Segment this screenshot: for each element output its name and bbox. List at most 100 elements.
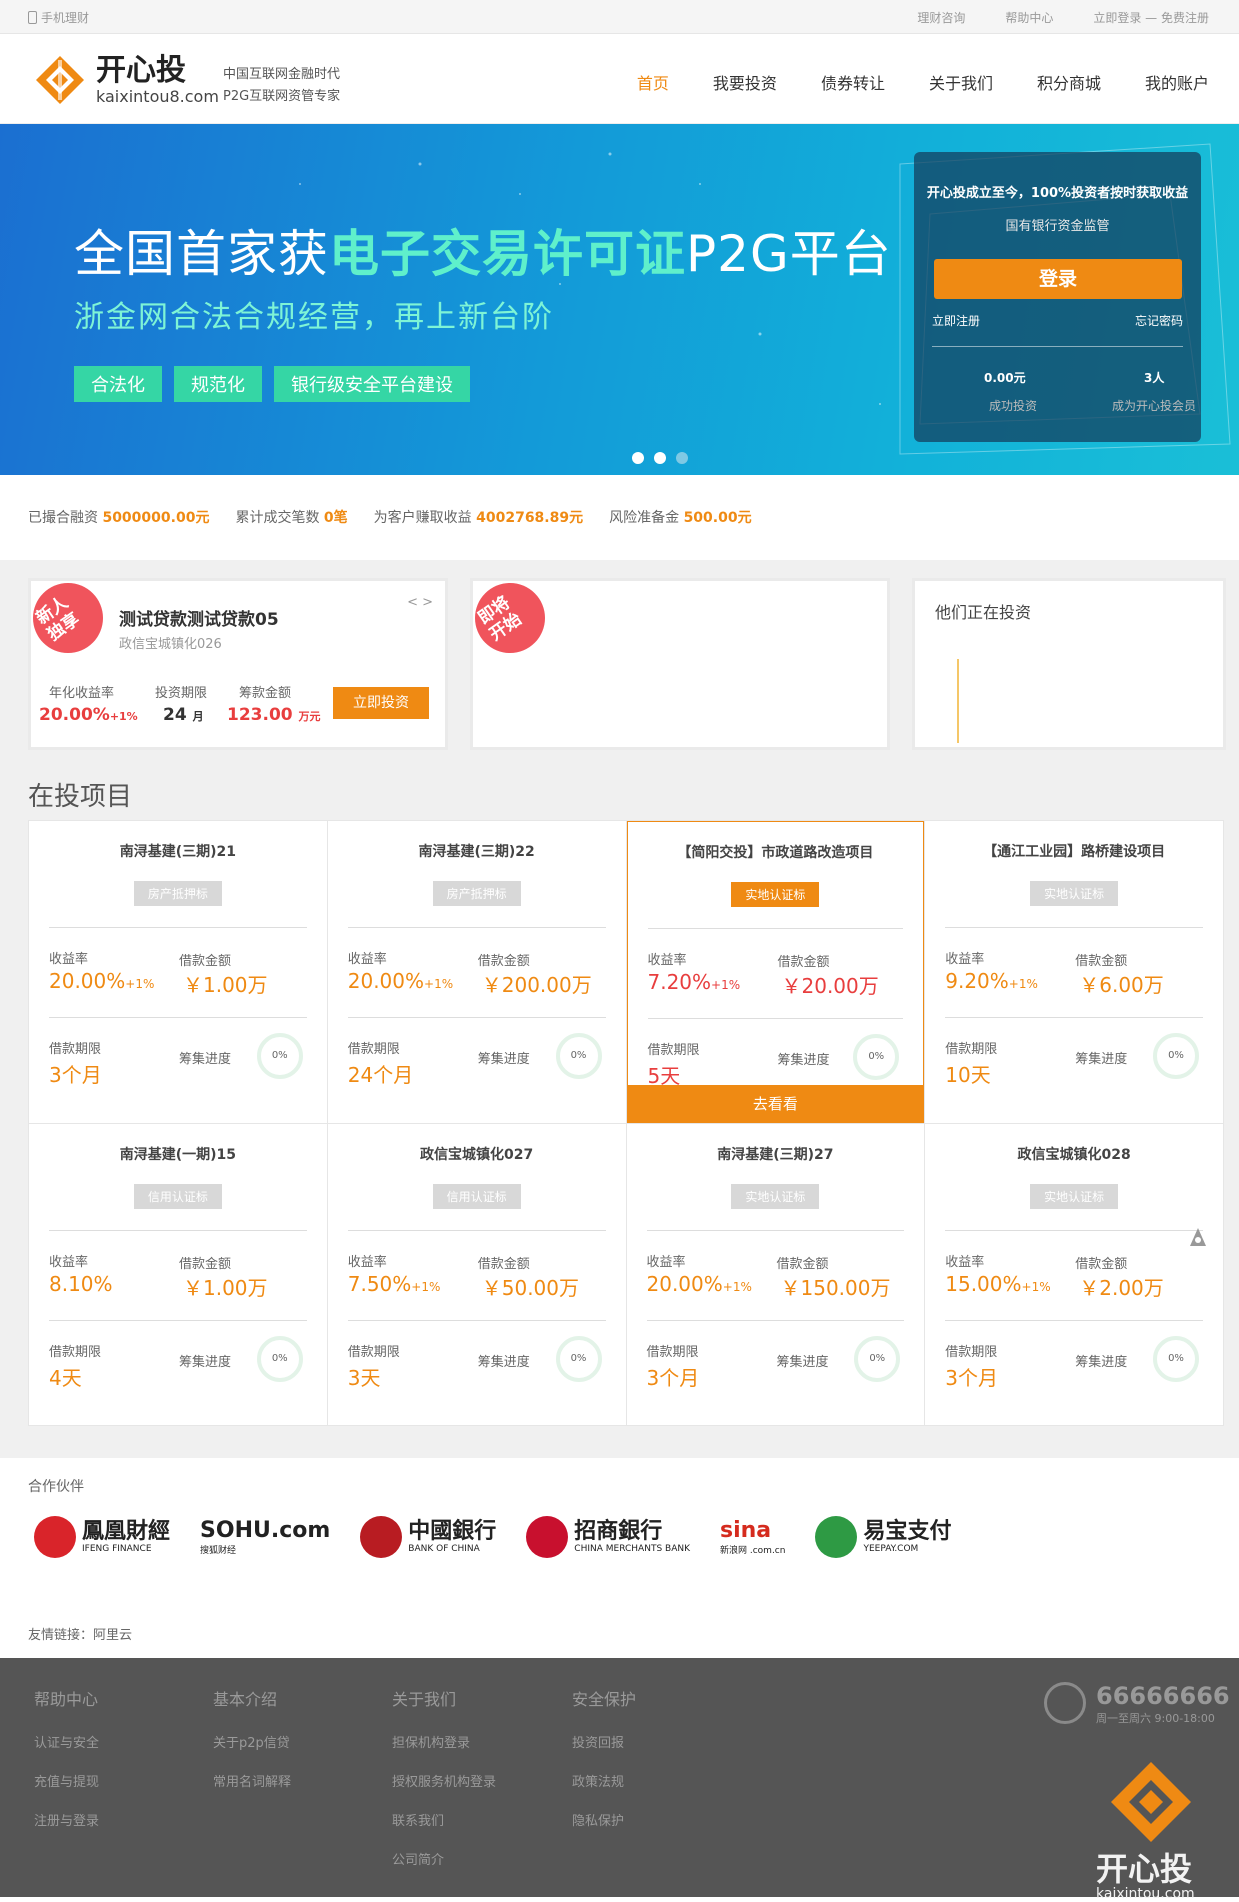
featured-arrows[interactable]: < > bbox=[407, 595, 433, 610]
project-name[interactable]: 南浔基建(三期)21 bbox=[29, 841, 327, 861]
partner-logos: 鳳凰財經 IFENG FINANCE SOHU.com 搜狐财经 中國銀行 BANK … bbox=[34, 1516, 951, 1558]
register-link[interactable]: 立即注册 bbox=[932, 312, 980, 329]
login-button[interactable]: 登录 bbox=[934, 259, 1182, 299]
featured-sub: 政信宝城镇化026 bbox=[119, 637, 222, 652]
amount-label: 借款金额 bbox=[1075, 954, 1128, 969]
progress-label: 筹集进度 bbox=[776, 1354, 829, 1370]
project-card[interactable]: 【通江工业园】路桥建设项目 实地认证标 收益率 借款金额 9.20%+1% ￥6.00万借… bbox=[925, 821, 1223, 1123]
site-logo[interactable]: 开心投 kaixintou8.com bbox=[34, 54, 219, 106]
project-term: 4天 bbox=[49, 1365, 82, 1390]
card-divider bbox=[49, 1017, 307, 1018]
card-divider bbox=[646, 1319, 905, 1321]
project-amount: ￥1.00万 bbox=[183, 973, 268, 997]
rate-label: 收益率 bbox=[49, 952, 89, 967]
amount-label: 借款金额 bbox=[776, 1256, 829, 1272]
carousel-dot-2[interactable] bbox=[654, 452, 666, 464]
progress-ring: 0% bbox=[854, 1335, 901, 1382]
project-badge: 信用认证标 bbox=[133, 1183, 222, 1209]
project-card[interactable]: 南浔基建(三期)27 实地认证标 收益率 借款金额 20.00%+1% ￥150.00万借… bbox=[626, 1123, 925, 1425]
headline-part-1: 全国首家获 bbox=[74, 225, 329, 283]
term-label: 借款期限 bbox=[347, 1344, 400, 1360]
project-name[interactable]: 南浔基建(三期)27 bbox=[627, 1144, 925, 1164]
amount-label: 借款金额 bbox=[777, 955, 830, 970]
help-center-link[interactable]: 帮助中心 bbox=[1005, 9, 1053, 26]
nav-invest[interactable]: 我要投资 bbox=[713, 70, 777, 94]
hotline: 66666666 周一至周六 9:00-18:00 bbox=[1044, 1682, 1230, 1726]
members-value: 3人 bbox=[1144, 371, 1165, 385]
partner-sina[interactable]: sina 新浪网 .com.cn bbox=[720, 1518, 785, 1556]
footer-col-security: 安全保护 投资回报 政策法规 隐私保护 bbox=[572, 1690, 637, 1829]
project-name[interactable]: 【简阳交投】市政道路改造项目 bbox=[628, 842, 924, 862]
finance-consult-link[interactable]: 理财咨询 bbox=[917, 9, 965, 26]
card-divider bbox=[945, 1319, 1203, 1321]
partner-cmb[interactable]: 招商銀行 CHINA MERCHANTS BANK bbox=[526, 1516, 690, 1558]
project-rate: 9.20%+1% bbox=[945, 969, 1038, 993]
project-badge: 信用认证标 bbox=[432, 1183, 521, 1209]
banner-tag-security: 银行级安全平台建设 bbox=[274, 366, 470, 402]
progress-label: 筹集进度 bbox=[1075, 1052, 1128, 1067]
partner-ifeng[interactable]: 鳳凰財經 IFENG FINANCE bbox=[34, 1516, 170, 1558]
project-card[interactable]: 政信宝城镇化027 信用认证标 收益率 借款金额 7.50%+1% ￥50.00万 借款期限… bbox=[327, 1123, 626, 1425]
project-name[interactable]: 政信宝城镇化027 bbox=[328, 1144, 626, 1164]
card-divider bbox=[647, 1018, 904, 1019]
logo-icon bbox=[36, 56, 84, 104]
progress-label: 筹集进度 bbox=[179, 1052, 232, 1067]
project-rate: 7.50%+1% bbox=[347, 1271, 441, 1296]
project-term: 3个月 bbox=[646, 1365, 700, 1390]
featured-product-card[interactable]: 新人 独享 测试贷款测试贷款05 政信宝城镇化026 < > 年化收益率 20.… bbox=[28, 578, 448, 750]
friend-links[interactable]: 友情链接：阿里云 bbox=[28, 1624, 132, 1643]
nav-about[interactable]: 关于我们 bbox=[929, 70, 993, 94]
featured-amount-label: 筹款金额 bbox=[239, 686, 292, 701]
nav-points-mall[interactable]: 积分商城 bbox=[1037, 70, 1101, 94]
progress-ring: 0% bbox=[555, 1033, 602, 1079]
mobile-finance-link[interactable]: 手机理财 bbox=[28, 9, 89, 26]
project-name[interactable]: 【通江工业园】路桥建设项目 bbox=[925, 841, 1223, 861]
term-label: 借款期限 bbox=[647, 1043, 700, 1058]
project-card[interactable]: 南浔基建(三期)21 房产抵押标 收益率 借款金额 20.00%+1% ￥1.00万 借款期… bbox=[29, 821, 327, 1123]
carousel-dot-1[interactable] bbox=[632, 452, 644, 464]
partner-sohu[interactable]: SOHU.com 搜狐财经 bbox=[200, 1518, 330, 1556]
project-badge: 实地认证标 bbox=[1030, 881, 1119, 906]
featured-name[interactable]: 测试贷款测试贷款05 bbox=[119, 605, 279, 630]
phone-handset-icon bbox=[1044, 1682, 1086, 1724]
footer-col-about: 关于我们 担保机构登录 授权服务机构登录 联系我们 公司简介 bbox=[392, 1690, 497, 1868]
progress-ring: 0% bbox=[555, 1335, 602, 1382]
view-project-button[interactable]: 去看看 bbox=[626, 1084, 925, 1123]
project-amount: ￥1.00万 bbox=[183, 1275, 268, 1300]
upcoming-ribbon: 即将 开始 bbox=[475, 583, 545, 653]
partner-yeepay[interactable]: 易宝支付 YEEPAY.COM bbox=[815, 1516, 951, 1558]
project-card[interactable]: 南浔基建(一期)15 信用认证标 收益率 借款金额 8.10% ￥1.00万 借款期限 4天 筹… bbox=[29, 1123, 327, 1425]
term-label: 借款期限 bbox=[49, 1042, 102, 1057]
carousel-dot-3[interactable] bbox=[676, 452, 688, 464]
ticker-line bbox=[957, 659, 959, 743]
term-label: 借款期限 bbox=[646, 1344, 699, 1360]
login-register-link[interactable]: 立即登录 — 免费注册 bbox=[1093, 9, 1209, 26]
project-badge: 房产抵押标 bbox=[133, 881, 222, 906]
footer: 帮助中心 认证与安全 充值与提现 注册与登录 基本介绍 关于p2p信贷 常用名词… bbox=[0, 1658, 1239, 1902]
stat-deals-label: 累计成交笔数 bbox=[235, 510, 320, 526]
project-term: 10天 bbox=[945, 1063, 991, 1087]
hero-banner[interactable]: 全国首家获电子交易许可证P2G平台 浙金网合法合规经营，再上新台阶 合法化 规范… bbox=[0, 124, 1239, 475]
invest-now-button[interactable]: 立即投资 bbox=[333, 687, 429, 719]
progress-ring: 0% bbox=[256, 1033, 303, 1079]
forgot-password-link[interactable]: 忘记密码 bbox=[1135, 312, 1183, 329]
featured-term: 24 月 bbox=[163, 705, 204, 725]
project-card[interactable]: 政信宝城镇化028 实地认证标 收益率 借款金额 15.00%+1% ￥2.00万 借款期限… bbox=[925, 1123, 1223, 1425]
stat-deals-value: 0笔 bbox=[323, 510, 348, 526]
project-name[interactable]: 政信宝城镇化028 bbox=[925, 1144, 1223, 1164]
term-label: 借款期限 bbox=[945, 1344, 998, 1360]
phone-icon bbox=[28, 11, 37, 24]
banner-subtitle: 浙金网合法合规经营，再上新台阶 bbox=[74, 300, 554, 335]
partner-boc[interactable]: 中國銀行 BANK OF CHINA bbox=[360, 1516, 496, 1558]
nav-bond-transfer[interactable]: 债券转让 bbox=[821, 70, 885, 94]
project-card[interactable]: 【简阳交投】市政道路改造项目 实地认证标 收益率 借款金额 7.20%+1% ￥20.00… bbox=[626, 821, 925, 1123]
project-name[interactable]: 南浔基建(一期)15 bbox=[29, 1144, 327, 1164]
stat-deals: 累计成交笔数 0笔 bbox=[235, 507, 347, 527]
nav-my-account[interactable]: 我的账户 bbox=[1145, 70, 1209, 94]
project-card[interactable]: 南浔基建(三期)22 房产抵押标 收益率 借款金额 20.00%+1% ￥200.00万借… bbox=[327, 821, 626, 1123]
featured-area: 新人 独享 测试贷款测试贷款05 政信宝城镇化026 < > 年化收益率 20.… bbox=[0, 568, 1239, 768]
card-divider bbox=[347, 1319, 606, 1321]
back-to-top-icon[interactable] bbox=[1188, 1226, 1208, 1250]
project-name[interactable]: 南浔基建(三期)22 bbox=[328, 841, 626, 861]
nav-home[interactable]: 首页 bbox=[637, 70, 669, 94]
